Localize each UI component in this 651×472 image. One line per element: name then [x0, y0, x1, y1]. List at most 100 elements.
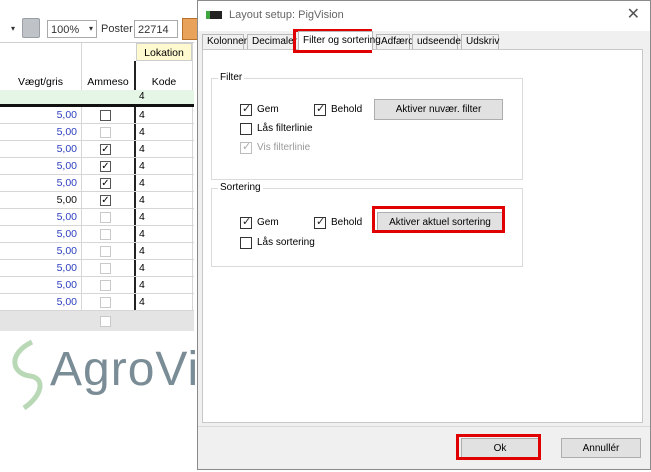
- ammeso-checkbox: [100, 229, 111, 240]
- table-row[interactable]: 5,00 ✓ 4: [0, 158, 194, 175]
- activate-sort-button[interactable]: Aktiver aktuel sortering: [377, 212, 503, 233]
- kode-cell[interactable]: 4: [139, 260, 145, 277]
- vaegt-cell[interactable]: 5,00: [0, 209, 79, 226]
- vaegt-cell[interactable]: 5,00: [0, 243, 79, 260]
- tab-panel-filter-og-sortering: Filter ✓ Gem ✓ Behold Aktiver nuvær. filte…: [202, 49, 643, 423]
- filter-vis-checkbox: ✓ Vis filterlinie: [240, 141, 311, 154]
- filter-behold-checkbox[interactable]: ✓ Behold: [314, 103, 362, 117]
- filter-laas-checkbox[interactable]: Lås filterlinie: [240, 122, 313, 136]
- kode-cell[interactable]: 4: [139, 226, 145, 243]
- data-grid: Lokation Vægt/gris Ammeso Kode 4 5,00 4 5,…: [0, 42, 194, 331]
- vaegt-cell[interactable]: 5,00: [0, 226, 79, 243]
- activate-filter-button[interactable]: Aktiver nuvær. filter: [374, 99, 503, 120]
- ammeso-checkbox: [100, 212, 111, 223]
- ammeso-checkbox[interactable]: ✓: [100, 178, 111, 189]
- layout-setup-dialog: Layout setup: PigVision ✕ Kolonner Decim…: [197, 0, 651, 470]
- kode-cell[interactable]: 4: [139, 192, 145, 209]
- vaegt-cell[interactable]: 5,00: [0, 175, 79, 192]
- filter-group: Filter ✓ Gem ✓ Behold Aktiver nuvær. filte…: [211, 71, 523, 180]
- ammeso-checkbox: [100, 127, 111, 138]
- footer-separator: [198, 426, 650, 427]
- ammeso-checkbox: [100, 263, 111, 274]
- column-group-header-lokation[interactable]: Lokation: [136, 43, 192, 61]
- ammeso-checkbox: [100, 280, 111, 291]
- checkbox-box[interactable]: ✓: [314, 103, 326, 116]
- check-icon: ✓: [242, 216, 252, 228]
- new-row-code: 4: [139, 91, 145, 102]
- sortering-group: Sortering ✓ Gem ✓ Behold Aktiver aktuel so…: [211, 181, 523, 267]
- poster-label: Poster: [101, 23, 133, 35]
- sort-laas-checkbox[interactable]: Lås sortering: [240, 236, 315, 250]
- table-row[interactable]: 5,00 4: [0, 209, 194, 226]
- kode-cell[interactable]: 4: [139, 158, 145, 175]
- checkbox-box[interactable]: [240, 237, 252, 249]
- table-row[interactable]: 5,00 4: [0, 107, 194, 124]
- cancel-button[interactable]: Annullér: [561, 438, 641, 458]
- table-row[interactable]: 5,00 4: [0, 260, 194, 277]
- tab-udseende[interactable]: udseende: [412, 34, 461, 50]
- background-toolbar: ▾ 100% ▾ Poster 22714: [0, 12, 200, 42]
- tab-udskriv[interactable]: Udskriv: [461, 34, 499, 50]
- zoom-chevron-down-icon[interactable]: ▾: [89, 20, 99, 38]
- check-icon: ✓: [242, 103, 252, 115]
- table-row[interactable]: 5,00 ✓ 4: [0, 192, 194, 209]
- table-row[interactable]: 5,00 4: [0, 124, 194, 141]
- ammeso-checkbox[interactable]: [100, 110, 111, 121]
- checkbox-box[interactable]: [240, 123, 252, 135]
- tab-filter-og-sortering[interactable]: Filter og sortering: [298, 31, 381, 50]
- check-icon: ✓: [242, 141, 252, 153]
- poster-field[interactable]: 22714: [134, 20, 178, 38]
- kode-cell[interactable]: 4: [139, 209, 145, 226]
- dropdown-arrow-icon[interactable]: ▾: [11, 20, 21, 38]
- kode-cell[interactable]: 4: [139, 141, 145, 158]
- table-row[interactable]: 5,00 ✓ 4: [0, 141, 194, 158]
- tab-decimaler[interactable]: Decimaler: [247, 34, 297, 50]
- vaegt-cell[interactable]: 5,00: [0, 158, 79, 175]
- kode-cell[interactable]: 4: [139, 294, 145, 311]
- close-icon[interactable]: ✕: [627, 6, 640, 24]
- check-icon: ✓: [316, 216, 326, 228]
- vaegt-cell[interactable]: 5,00: [0, 107, 79, 124]
- checkbox-box[interactable]: ✓: [314, 216, 326, 229]
- kode-cell[interactable]: 4: [139, 124, 145, 141]
- tab-adfaerd[interactable]: Adfærd: [376, 34, 414, 50]
- table-row[interactable]: 5,00 ✓ 4: [0, 175, 194, 192]
- checkbox-box[interactable]: ✓: [240, 216, 252, 229]
- checkbox-box[interactable]: ✓: [240, 103, 252, 116]
- dialog-titlebar[interactable]: Layout setup: PigVision ✕: [198, 1, 650, 31]
- kode-cell[interactable]: 4: [139, 277, 145, 294]
- ammeso-checkbox: [100, 246, 111, 257]
- new-row[interactable]: 4: [0, 90, 194, 104]
- dialog-title: Layout setup: PigVision: [229, 9, 344, 21]
- ammeso-checkbox[interactable]: ✓: [100, 195, 111, 206]
- table-row[interactable]: 5,00 4: [0, 226, 194, 243]
- tab-kolonner[interactable]: Kolonner: [202, 34, 247, 50]
- kode-cell[interactable]: 4: [139, 243, 145, 260]
- filter-gem-checkbox[interactable]: ✓ Gem: [240, 103, 279, 117]
- vaegt-cell[interactable]: 5,00: [0, 277, 79, 294]
- pigvision-app-icon: [206, 11, 222, 19]
- vaegt-cell[interactable]: 5,00: [0, 260, 79, 277]
- sort-gem-checkbox[interactable]: ✓ Gem: [240, 216, 279, 230]
- row-checkbox[interactable]: [100, 316, 111, 327]
- vaegt-cell[interactable]: 5,00: [0, 294, 79, 311]
- ammeso-checkbox[interactable]: ✓: [100, 144, 111, 155]
- vaegt-cell[interactable]: 5,00: [0, 124, 79, 141]
- kode-cell[interactable]: 4: [139, 175, 145, 192]
- ammeso-checkbox[interactable]: ✓: [100, 161, 111, 172]
- ammeso-checkbox: [100, 297, 111, 308]
- agrovision-logo: AgroVis: [0, 334, 223, 414]
- filter-group-title: Filter: [218, 71, 245, 85]
- check-icon: ✓: [316, 103, 326, 115]
- disk-icon[interactable]: [22, 18, 40, 38]
- vaegt-cell[interactable]: 5,00: [0, 192, 79, 209]
- vaegt-cell[interactable]: 5,00: [0, 141, 79, 158]
- checkbox-box: ✓: [240, 141, 252, 154]
- kode-cell[interactable]: 4: [139, 107, 145, 124]
- ok-button[interactable]: Ok: [461, 438, 539, 458]
- table-row[interactable]: 5,00 4: [0, 294, 194, 311]
- selected-row[interactable]: [0, 311, 194, 331]
- table-row[interactable]: 5,00 4: [0, 243, 194, 260]
- sort-behold-checkbox[interactable]: ✓ Behold: [314, 216, 362, 230]
- table-row[interactable]: 5,00 4: [0, 277, 194, 294]
